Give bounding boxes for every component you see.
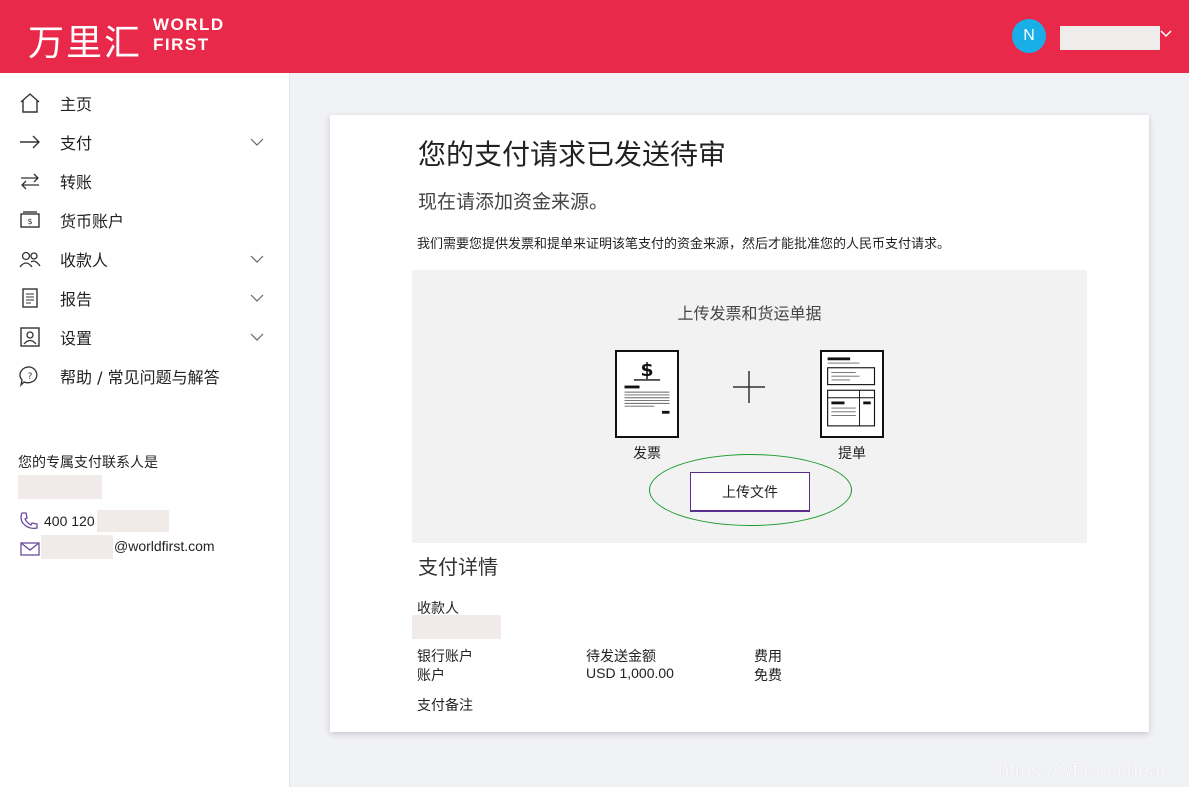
- payment-note-label: 支付备注: [417, 698, 473, 714]
- logo-english[interactable]: WORLD FIRST: [153, 15, 225, 55]
- sidebar-item-label: 货币账户: [60, 211, 125, 231]
- username-redacted[interactable]: [1060, 26, 1160, 50]
- sidebar-item-home[interactable]: 主页: [0, 83, 290, 122]
- sidebar-item-help[interactable]: ? 帮助 / 常见问题与解答: [0, 356, 290, 395]
- phone-prefix: 400 120: [44, 513, 95, 529]
- sidebar-item-label: 收款人: [60, 250, 109, 270]
- logo-chinese[interactable]: 万里汇: [28, 14, 142, 66]
- details-title: 支付详情: [418, 555, 498, 579]
- sidebar: 主页 支付 转账 $ 货币账户 收款人 报告 设置 ? 帮助 / 常见问题与解答…: [0, 73, 290, 787]
- page-description: 我们需要您提供发票和提单来证明该笔支付的资金来源，然后才能批准您的人民币支付请求…: [417, 237, 951, 252]
- sidebar-item-settings[interactable]: 设置: [0, 317, 290, 356]
- sidebar-item-label: 支付: [60, 133, 93, 153]
- fee-label: 费用: [754, 649, 782, 665]
- sidebar-item-label: 设置: [60, 328, 93, 348]
- svg-text:$: $: [640, 360, 653, 381]
- watermark-text: https://wf.tao.cheap: [998, 760, 1172, 782]
- report-icon: [22, 287, 38, 308]
- bill-of-lading-label: 提单: [838, 446, 866, 462]
- transfer-icon: [21, 173, 39, 189]
- email-suffix: @worldfirst.com: [114, 538, 215, 554]
- sidebar-item-currency-accounts[interactable]: $ 货币账户: [0, 200, 290, 239]
- arrow-right-icon: [20, 135, 40, 148]
- svg-text:$: $: [27, 217, 32, 226]
- payment-card: 您的支付请求已发送待审 现在请添加资金来源。 我们需要您提供发票和提单来证明该笔…: [330, 115, 1149, 732]
- phone-icon: [20, 512, 38, 530]
- wallet-icon: $: [20, 210, 40, 228]
- sidebar-item-transfer[interactable]: 转账: [0, 161, 290, 200]
- phone-redacted: [96, 510, 169, 532]
- chevron-down-icon[interactable]: [250, 135, 264, 149]
- upload-files-button[interactable]: 上传文件: [690, 472, 810, 512]
- sidebar-item-label: 转账: [60, 172, 93, 192]
- page-title: 您的支付请求已发送待审: [418, 138, 727, 171]
- contact-name-redacted: [18, 475, 102, 499]
- chevron-down-icon[interactable]: [250, 252, 264, 266]
- top-header: 万里汇 WORLD FIRST N: [0, 0, 1189, 73]
- settings-icon: [20, 326, 40, 347]
- payee-redacted: [412, 615, 501, 639]
- amount-label: 待发送金额: [586, 649, 656, 665]
- chevron-down-icon[interactable]: [1159, 27, 1173, 41]
- sidebar-item-label: 帮助 / 常见问题与解答: [60, 367, 220, 387]
- upload-panel: 上传发票和货运单据 $ 发票 提单 上传文件: [412, 270, 1087, 543]
- home-icon: [20, 92, 40, 113]
- bill-of-lading-doc-icon: [820, 350, 884, 438]
- fee-value: 免费: [754, 668, 782, 684]
- email-redacted: [41, 535, 113, 559]
- chevron-down-icon[interactable]: [250, 291, 264, 305]
- contact-title: 您的专属支付联系人是: [18, 455, 158, 471]
- sidebar-item-payments[interactable]: 支付: [0, 122, 290, 161]
- chevron-down-icon[interactable]: [250, 330, 264, 344]
- plus-icon: [733, 371, 765, 403]
- mail-icon: [20, 542, 40, 556]
- contact-phone[interactable]: 400 120: [18, 510, 169, 532]
- sidebar-item-reports[interactable]: 报告: [0, 278, 290, 317]
- bank-account-label: 银行账户: [417, 649, 473, 665]
- amount-value: USD 1,000.00: [586, 665, 674, 681]
- user-avatar[interactable]: N: [1012, 19, 1046, 53]
- svg-text:?: ?: [28, 372, 33, 382]
- page-subtitle: 现在请添加资金来源。: [418, 191, 609, 213]
- sidebar-item-label: 报告: [60, 289, 93, 309]
- account-label: 账户: [417, 668, 445, 684]
- logo-line-1: WORLD: [153, 15, 225, 34]
- users-icon: [19, 251, 41, 267]
- sidebar-item-label: 主页: [60, 94, 93, 114]
- invoice-doc-icon: $: [615, 350, 679, 438]
- help-icon: ?: [19, 365, 38, 387]
- sidebar-item-payees[interactable]: 收款人: [0, 239, 290, 278]
- invoice-label: 发票: [633, 446, 661, 462]
- logo-line-2: FIRST: [153, 35, 210, 54]
- upload-title: 上传发票和货运单据: [677, 304, 822, 323]
